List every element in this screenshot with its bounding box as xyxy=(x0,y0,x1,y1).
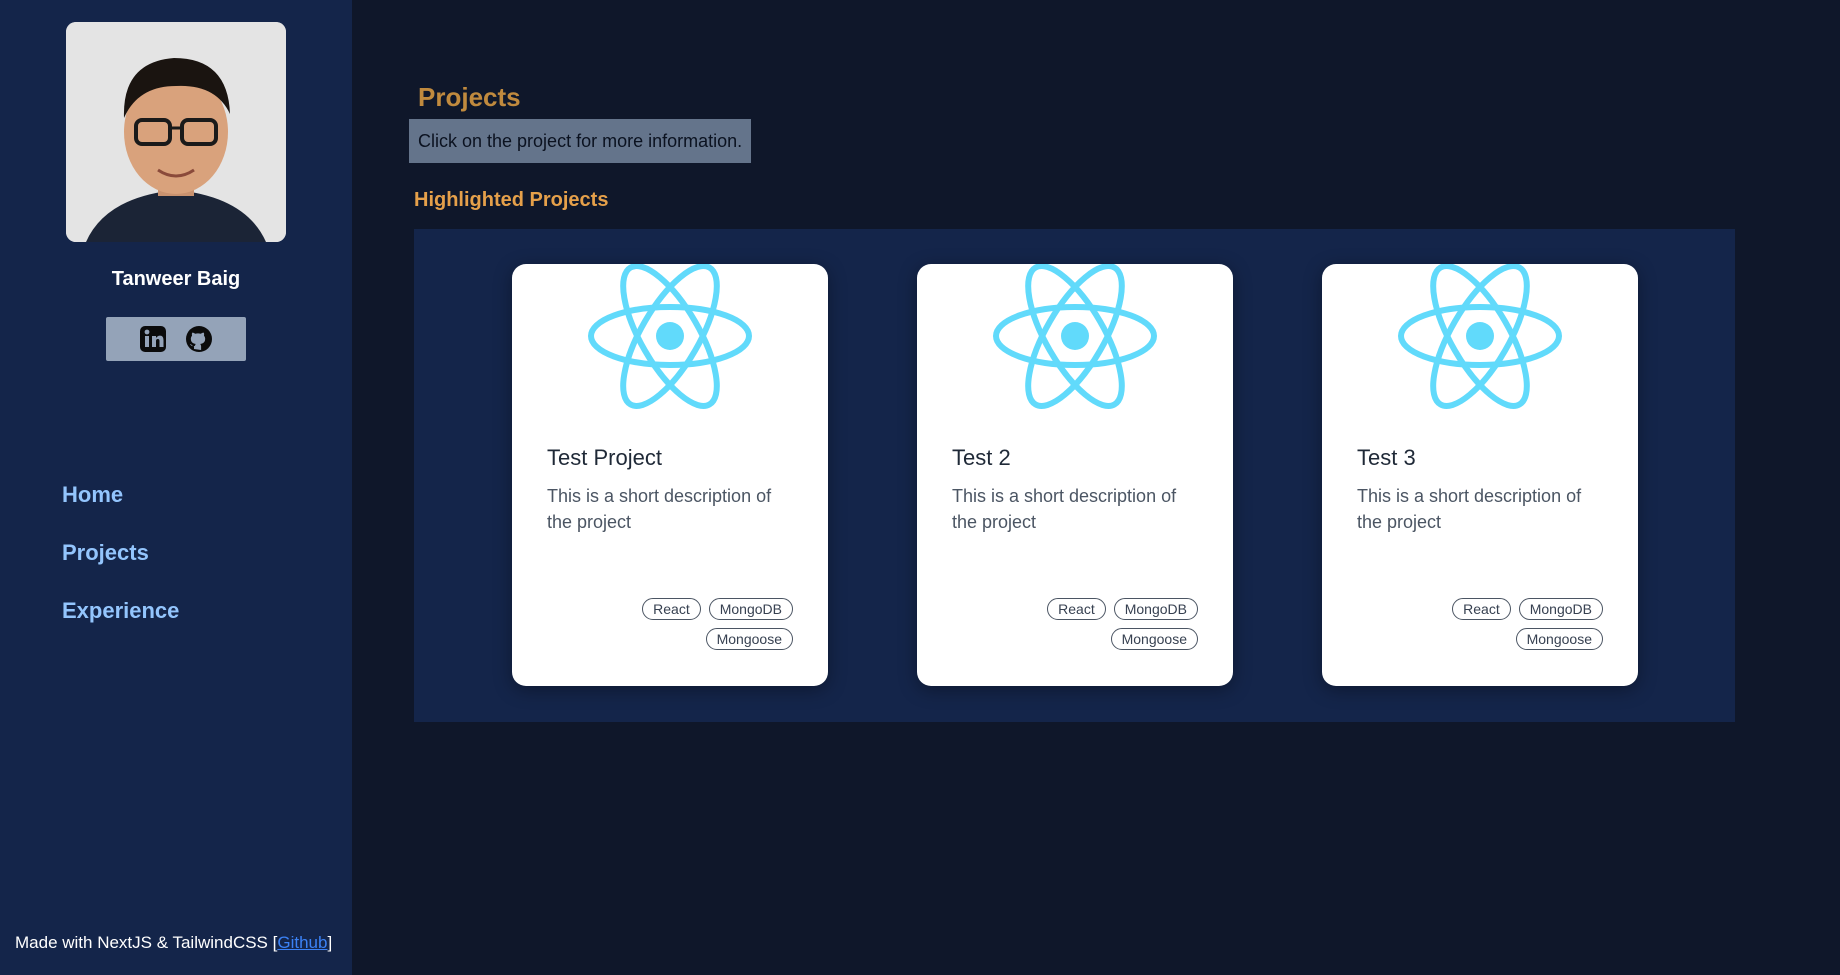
footer-close: ] xyxy=(327,933,333,952)
footer-github-link[interactable]: Github xyxy=(277,933,327,952)
main-nav: Home Projects Experience xyxy=(62,478,179,652)
project-tags: React MongoDB Mongoose xyxy=(998,598,1198,650)
project-description: This is a short description of the proje… xyxy=(952,486,1177,532)
social-links xyxy=(106,317,246,361)
linkedin-icon[interactable] xyxy=(139,325,167,353)
page-title: Projects xyxy=(418,82,521,112)
tag: Mongoose xyxy=(705,628,793,650)
nav-item-projects[interactable]: Projects xyxy=(62,536,179,594)
footer-text: Made with NextJS & TailwindCSS [ xyxy=(15,933,278,952)
footer: Made with NextJS & TailwindCSS [Github] xyxy=(15,933,332,953)
tag: MongoDB xyxy=(1113,598,1198,620)
tag: React xyxy=(642,598,701,620)
react-logo-icon xyxy=(587,263,753,415)
section-title: Highlighted Projects xyxy=(414,189,609,211)
project-title: Test 3 xyxy=(1357,445,1416,470)
tag: MongoDB xyxy=(1518,598,1603,620)
tag: React xyxy=(1452,598,1511,620)
avatar xyxy=(66,22,286,242)
project-title: Test Project xyxy=(547,445,662,470)
project-tags: React MongoDB Mongoose xyxy=(1403,598,1603,650)
projects-panel: Test Project This is a short description… xyxy=(414,229,1735,722)
react-logo-icon xyxy=(1397,263,1563,415)
tag: Mongoose xyxy=(1110,628,1198,650)
github-icon[interactable] xyxy=(185,325,213,353)
tag: React xyxy=(1047,598,1106,620)
project-card[interactable]: Test 3 This is a short description of th… xyxy=(1322,263,1638,686)
project-description: This is a short description of the proje… xyxy=(547,486,772,532)
project-tags: React MongoDB Mongoose xyxy=(593,598,793,650)
tag: MongoDB xyxy=(708,598,793,620)
profile-photo xyxy=(66,22,286,242)
sidebar: Tanweer Baig Home Projects Experience Ma… xyxy=(0,0,352,975)
nav-item-home[interactable]: Home xyxy=(62,478,179,536)
project-card[interactable]: Test Project This is a short description… xyxy=(512,263,828,686)
tag: Mongoose xyxy=(1515,628,1603,650)
profile-name: Tanweer Baig xyxy=(111,268,241,290)
react-logo-icon xyxy=(992,263,1158,415)
info-hint: Click on the project for more informatio… xyxy=(409,119,752,163)
project-title: Test 2 xyxy=(952,445,1011,470)
project-card[interactable]: Test 2 This is a short description of th… xyxy=(917,263,1233,686)
nav-item-experience[interactable]: Experience xyxy=(62,594,179,652)
project-description: This is a short description of the proje… xyxy=(1357,486,1582,532)
